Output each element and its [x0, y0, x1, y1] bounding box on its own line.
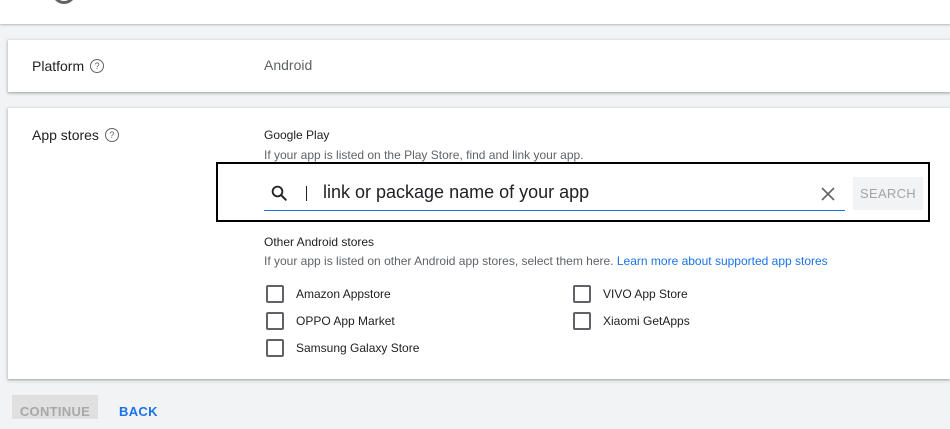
google-play-description: If your app is listed on the Play Store,… — [264, 148, 584, 162]
google-play-search-field[interactable]: link or package name of your app — [264, 176, 845, 211]
other-stores-title: Other Android stores — [264, 235, 375, 249]
checkbox[interactable] — [266, 339, 284, 357]
search-icon — [271, 185, 287, 201]
checkbox[interactable] — [266, 312, 284, 330]
store-label: Amazon Appstore — [296, 287, 391, 301]
platform-label-row: Platform ? — [32, 58, 105, 74]
search-button[interactable]: SEARCH — [853, 177, 923, 210]
search-input[interactable]: link or package name of your app — [323, 182, 589, 203]
learn-more-link[interactable]: Learn more about supported app stores — [617, 254, 828, 268]
platform-value: Android — [264, 57, 313, 73]
close-icon[interactable] — [820, 186, 836, 202]
checkbox[interactable] — [573, 312, 591, 330]
back-button[interactable]: BACK — [119, 395, 158, 419]
help-icon[interactable]: ? — [104, 128, 119, 142]
checkbox[interactable] — [573, 285, 591, 303]
top-app-bar — [0, 0, 950, 24]
store-label: Samsung Galaxy Store — [296, 341, 420, 355]
store-checkbox-xiaomi[interactable]: Xiaomi GetApps — [573, 312, 690, 330]
text-cursor — [306, 186, 307, 201]
logo-fragment — [52, 0, 76, 4]
store-checkbox-vivo[interactable]: VIVO App Store — [573, 285, 688, 303]
store-label: Xiaomi GetApps — [603, 314, 690, 328]
app-stores-card: App stores ? Google Play If your app is … — [8, 108, 950, 379]
checkbox[interactable] — [266, 285, 284, 303]
help-icon[interactable]: ? — [90, 59, 105, 73]
store-checkbox-samsung[interactable]: Samsung Galaxy Store — [266, 339, 419, 357]
platform-label: Platform — [32, 58, 85, 74]
store-label: VIVO App Store — [603, 287, 688, 301]
platform-card: Platform ? Android — [8, 40, 950, 92]
other-stores-description: If your app is listed on other Android a… — [264, 254, 828, 268]
app-stores-label-row: App stores ? — [32, 127, 119, 143]
google-play-title: Google Play — [264, 128, 330, 142]
other-stores-description-text: If your app is listed on other Android a… — [264, 254, 614, 268]
app-stores-label: App stores — [32, 127, 99, 143]
store-checkbox-amazon[interactable]: Amazon Appstore — [266, 285, 391, 303]
store-checkbox-oppo[interactable]: OPPO App Market — [266, 312, 395, 330]
store-label: OPPO App Market — [296, 314, 395, 328]
continue-button[interactable]: CONTINUE — [12, 395, 98, 419]
